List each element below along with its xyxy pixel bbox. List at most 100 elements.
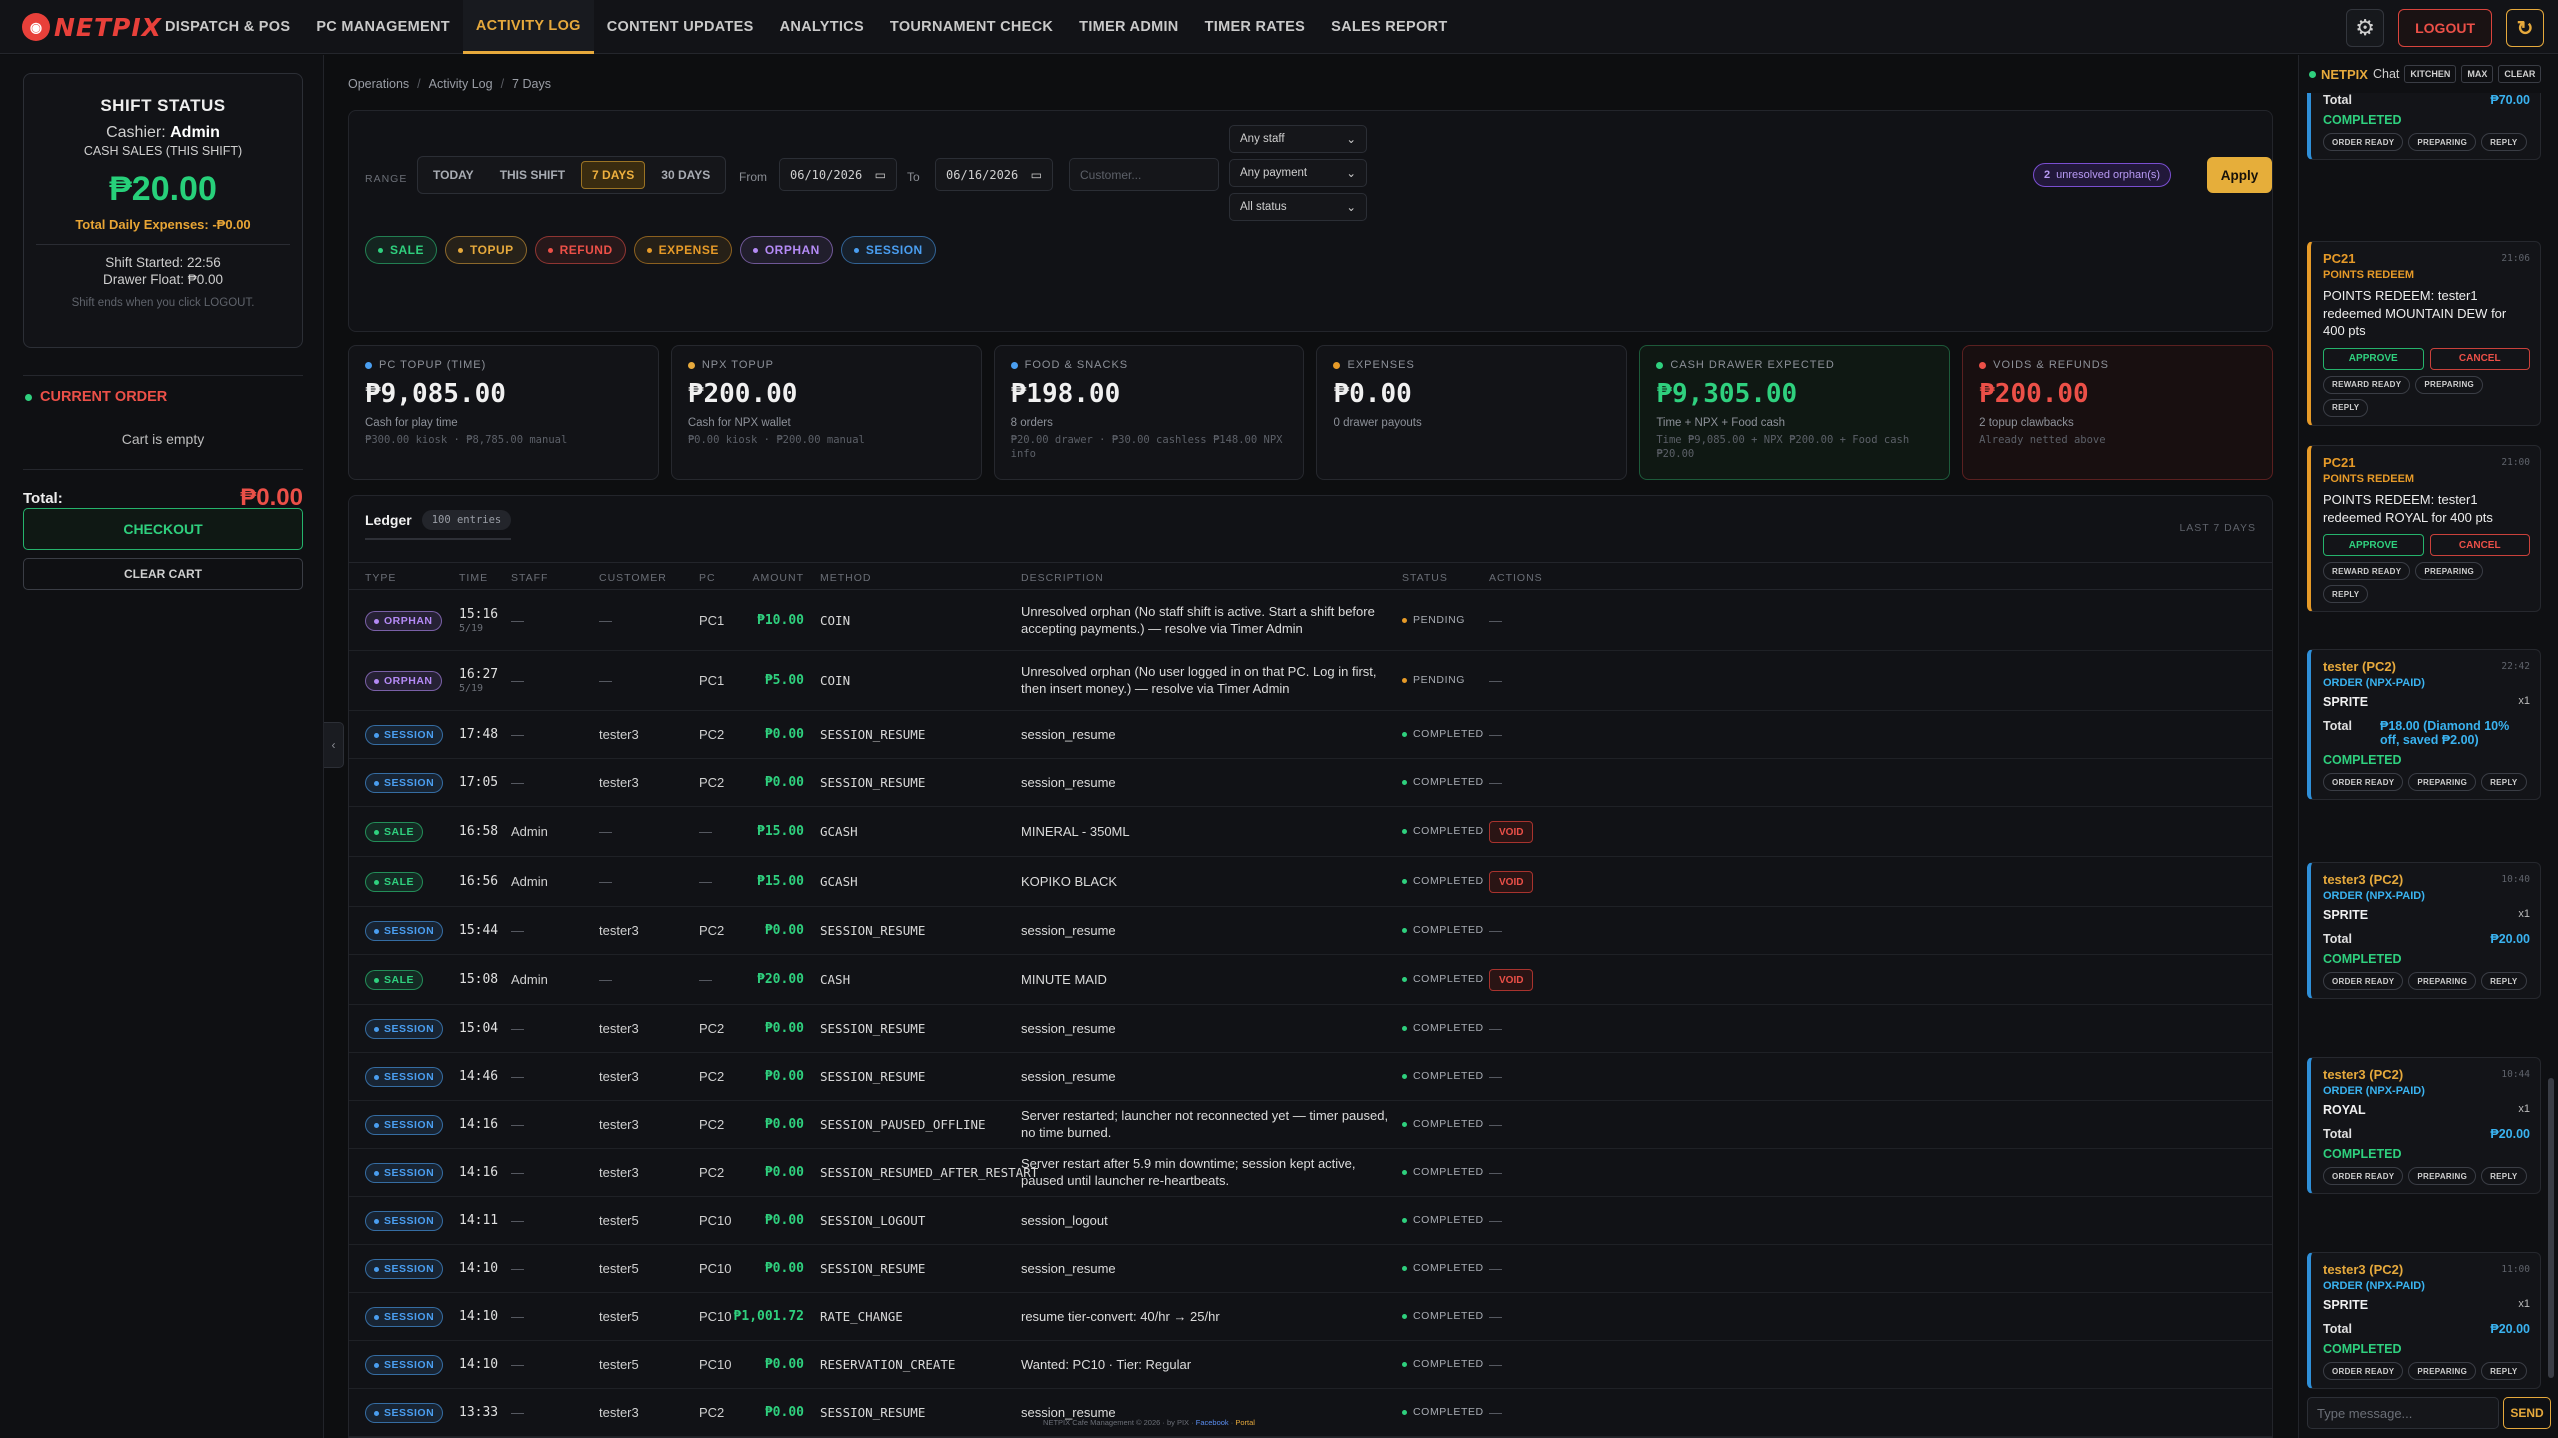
table-row[interactable]: SESSION 15:04— tester3 PC2 ₱0.00 SESSION_RESU… (349, 1005, 2272, 1053)
message-action-button[interactable]: REWARD READY (2323, 562, 2411, 581)
message-action-button[interactable]: REPLY (2323, 585, 2369, 604)
from-date-value: 06/10/2026 (790, 167, 863, 182)
to-date-input[interactable]: 06/16/2026 ▭ (935, 158, 1053, 191)
range-button[interactable]: 7 DAYS (581, 161, 646, 189)
table-row[interactable]: SALE 16:58 Admin — — ₱15.00 GCASH MINERAL - 350… (349, 807, 2272, 857)
nav-item[interactable]: TOURNAMENT CHECK (877, 0, 1066, 54)
from-date-input[interactable]: 06/10/2026 ▭ (779, 158, 897, 191)
cancel-button[interactable]: CANCEL (2429, 534, 2530, 557)
nav-item[interactable]: ANALYTICS (767, 0, 877, 54)
app-logo[interactable]: ◉ NETPIX (22, 12, 162, 42)
stat-card: VOIDS & REFUNDS ₱200.00 2 topup clawbacks A… (1962, 345, 2273, 480)
message-action-button[interactable]: REPLY (2481, 1362, 2527, 1380)
footer-facebook-link[interactable]: Facebook (1196, 1418, 1229, 1427)
nav-item[interactable]: TIMER RATES (1192, 0, 1319, 54)
breadcrumb: Operations / Activity Log / 7 Days (348, 77, 551, 91)
message-type: ORDER (NPX-PAID) (2323, 1280, 2425, 1292)
type-label: SESSION (384, 1263, 435, 1275)
range-button[interactable]: 30 DAYS (651, 162, 720, 188)
range-button[interactable]: THIS SHIFT (490, 162, 575, 188)
type-filter-chip[interactable]: REFUND (534, 236, 626, 264)
message-action-button[interactable]: REPLY (2481, 773, 2527, 791)
void-button[interactable]: VOID (1489, 969, 1534, 991)
settings-button[interactable]: ⚙ (2346, 9, 2385, 47)
ledger-tab[interactable]: Ledger 100 entries (365, 510, 512, 540)
range-button[interactable]: TODAY (423, 162, 484, 188)
breadcrumb-activity-log[interactable]: Activity Log (429, 77, 493, 91)
footer-portal-link[interactable]: Portal (1235, 1418, 1255, 1427)
type-filter-chip[interactable]: SALE (365, 236, 438, 264)
table-row[interactable]: SESSION 14:11— tester5 PC10 ₱0.00 SESSION_LOG… (349, 1197, 2272, 1245)
to-label: To (907, 170, 920, 184)
nav-item[interactable]: SALES REPORT (1318, 0, 1460, 54)
table-row[interactable]: SESSION 14:10— tester5 PC10 ₱0.00 SESSION_RES… (349, 1245, 2272, 1293)
table-row[interactable]: SESSION 14:10— tester5 PC10 ₱1,001.72 RATE_CH… (349, 1293, 2272, 1341)
message-action-button[interactable]: PREPARING (2408, 1167, 2477, 1185)
message-action-button[interactable]: PREPARING (2415, 562, 2484, 581)
table-row[interactable]: SESSION 14:16— tester3 PC2 ₱0.00 SESSION_RESU… (349, 1149, 2272, 1197)
message-action-button[interactable]: REPLY (2481, 972, 2527, 990)
nav-item[interactable]: TIMER ADMIN (1066, 0, 1191, 54)
table-row[interactable]: SESSION 17:05— tester3 PC2 ₱0.00 SESSION_RESU… (349, 759, 2272, 807)
table-row[interactable]: SESSION 13:33— tester3 PC2 ₱0.00 SESSION_RESU… (349, 1389, 2272, 1437)
message-action-button[interactable]: REWARD READY (2323, 375, 2411, 394)
status-select[interactable]: All status ⌄ (1229, 193, 1367, 221)
message-action-button[interactable]: REPLY (2481, 133, 2527, 151)
message-action-button[interactable]: PREPARING (2415, 375, 2484, 394)
payment-select[interactable]: Any payment ⌄ (1229, 159, 1367, 187)
apply-button[interactable]: Apply (2207, 157, 2272, 193)
chat-message-input[interactable]: Type message... (2307, 1397, 2499, 1429)
message-action-button[interactable]: PREPARING (2408, 1362, 2477, 1380)
status-cell: COMPLETED (1402, 875, 1484, 887)
table-row[interactable]: SESSION 14:46— tester3 PC2 ₱0.00 SESSION_RESU… (349, 1053, 2272, 1101)
type-filter-chip[interactable]: TOPUP (445, 236, 527, 264)
customer-search-input[interactable]: Customer... (1069, 158, 1219, 191)
type-filter-chip[interactable]: EXPENSE (633, 236, 732, 264)
table-row[interactable]: ORPHAN 15:16 5/19— — PC1 ₱10.00 COIN Unresolved… (349, 591, 2272, 651)
table-row[interactable]: SESSION 17:48— tester3 PC2 ₱0.00 SESSION_RESU… (349, 711, 2272, 759)
refresh-button[interactable]: ↻ (2506, 9, 2544, 47)
approve-button[interactable]: APPROVE (2323, 347, 2424, 370)
column-header: TIME (459, 572, 489, 584)
message-action-button[interactable]: ORDER READY (2323, 1167, 2404, 1185)
stat-dot-icon (1333, 361, 1341, 369)
type-filter-chip[interactable]: SESSION (840, 236, 936, 264)
logout-button[interactable]: LOGOUT (2398, 9, 2492, 47)
type-label: SALE (384, 876, 415, 888)
table-row[interactable]: ORPHAN 16:27 5/19— — PC1 ₱5.00 COIN Unresolved … (349, 651, 2272, 711)
kitchen-button[interactable]: KITCHEN (2404, 65, 2457, 83)
void-button[interactable]: VOID (1489, 871, 1534, 893)
message-action-button[interactable]: ORDER READY (2323, 133, 2404, 151)
message-action-button[interactable]: REPLY (2481, 1167, 2527, 1185)
staff-select[interactable]: Any staff ⌄ (1229, 125, 1367, 153)
nav-item[interactable]: DISPATCH & POS (152, 0, 303, 54)
nav-item[interactable]: PC MANAGEMENT (303, 0, 463, 54)
message-action-button[interactable]: PREPARING (2408, 773, 2477, 791)
message-action-button[interactable]: ORDER READY (2323, 972, 2404, 990)
cancel-button[interactable]: CANCEL (2429, 347, 2530, 370)
clear-cart-button[interactable]: CLEAR CART (23, 558, 303, 590)
table-row[interactable]: SESSION 15:44— tester3 PC2 ₱0.00 SESSION_RESU… (349, 907, 2272, 955)
table-row[interactable]: SALE 15:08 Admin — — ₱20.00 CASH MINUTE MAID COM… (349, 955, 2272, 1005)
approve-button[interactable]: APPROVE (2323, 534, 2424, 557)
breadcrumb-operations[interactable]: Operations (348, 77, 409, 91)
message-action-button[interactable]: PREPARING (2408, 133, 2477, 151)
message-action-button[interactable]: REPLY (2323, 398, 2369, 417)
refresh-icon: ↻ (2516, 17, 2534, 40)
message-action-button[interactable]: ORDER READY (2323, 1362, 2404, 1380)
nav-item[interactable]: CONTENT UPDATES (594, 0, 767, 54)
checkout-button[interactable]: CHECKOUT (23, 508, 303, 550)
message-action-button[interactable]: PREPARING (2408, 972, 2477, 990)
chat-scrollbar[interactable] (2548, 1078, 2554, 1378)
max-button[interactable]: MAX (2461, 65, 2494, 83)
type-filter-chip[interactable]: ORPHAN (739, 236, 833, 264)
send-button[interactable]: SEND (2503, 1397, 2551, 1429)
table-row[interactable]: SALE 16:56 Admin — — ₱15.00 GCASH KOPIKO BLACK C… (349, 857, 2272, 907)
nav-item[interactable]: ACTIVITY LOG (462, 0, 594, 54)
message-action-button[interactable]: ORDER READY (2323, 773, 2404, 791)
table-row[interactable]: SESSION 14:16— tester3 PC2 ₱0.00 SESSION_PAUS… (349, 1101, 2272, 1149)
table-row[interactable]: SESSION 14:10— tester5 PC10 ₱0.00 RESERVATION… (349, 1341, 2272, 1389)
orphan-count-badge[interactable]: 2 unresolved orphan(s) (2033, 163, 2172, 187)
void-button[interactable]: VOID (1489, 821, 1534, 843)
clear-chat-button[interactable]: CLEAR (2498, 65, 2542, 83)
